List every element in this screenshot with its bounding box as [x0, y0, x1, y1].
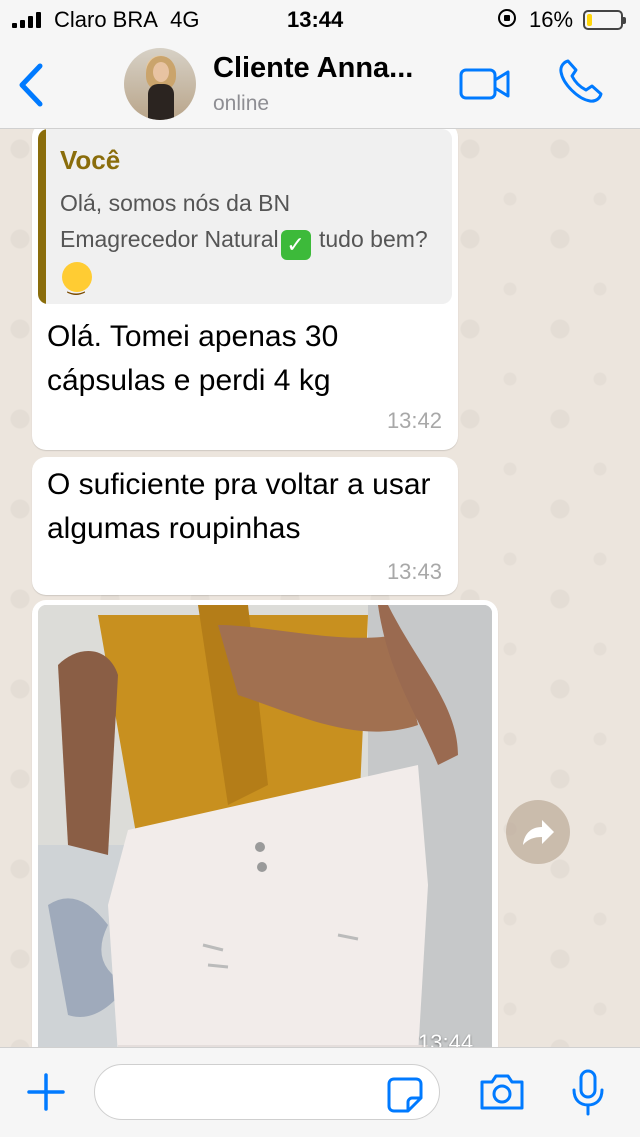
forward-arrow-icon	[523, 820, 554, 845]
sticker-icon[interactable]	[386, 1076, 424, 1114]
microphone-icon[interactable]	[568, 1068, 608, 1118]
chat-header: Cliente Anna... online	[0, 40, 640, 129]
phone-call-icon[interactable]	[556, 56, 606, 106]
message-time: 13:43	[386, 559, 442, 584]
quote-accent-bar	[38, 129, 46, 304]
battery-level-fill	[587, 14, 592, 26]
back-chevron-icon[interactable]	[14, 62, 48, 108]
photo-message-bubble[interactable]: 13:44	[32, 600, 498, 1047]
plus-icon[interactable]	[26, 1072, 66, 1112]
smiling-face-emoji-icon	[62, 262, 92, 302]
message-input-bar	[0, 1047, 640, 1137]
camera-icon[interactable]	[478, 1072, 526, 1112]
quote-author: Você	[60, 145, 121, 175]
video-call-icon[interactable]	[458, 66, 512, 102]
contact-status: online	[213, 92, 270, 115]
battery-icon	[583, 10, 626, 30]
quoted-message[interactable]: Você Olá, somos nós da BN Emagrecedor Na…	[38, 129, 452, 304]
quote-text: Olá, somos nós da BN Emagrecedor Natural…	[60, 185, 430, 302]
carrier-name: Claro BRA 4G	[54, 7, 200, 32]
chat-area[interactable]: Você Olá, somos nós da BN Emagrecedor Na…	[0, 129, 640, 1047]
message-time: 13:42	[386, 408, 442, 433]
status-bar: Claro BRA 4G 13:44 16%	[0, 0, 640, 40]
photo-time: 13:44	[418, 1030, 474, 1047]
network-type: 4G	[170, 7, 200, 32]
photo-image[interactable]	[38, 605, 492, 1047]
message-bubble[interactable]: O suficiente pra voltar a usar algumas r…	[32, 457, 458, 595]
message-text: Olá. Tomei apenas 30 cápsulas e perdi 4 …	[47, 320, 339, 397]
signal-strength-icon	[12, 12, 46, 28]
check-mark-emoji-icon: ✓	[280, 230, 311, 260]
message-text: O suficiente pra voltar a usar algumas r…	[47, 468, 431, 545]
forward-button[interactable]	[506, 800, 570, 864]
status-time: 13:44	[287, 7, 344, 32]
orientation-lock-icon	[498, 9, 516, 27]
battery-percentage: 16%	[529, 7, 574, 32]
message-bubble[interactable]: Você Olá, somos nós da BN Emagrecedor Na…	[32, 129, 458, 450]
contact-name[interactable]: Cliente Anna...	[213, 52, 413, 85]
contact-avatar[interactable]	[124, 48, 196, 120]
